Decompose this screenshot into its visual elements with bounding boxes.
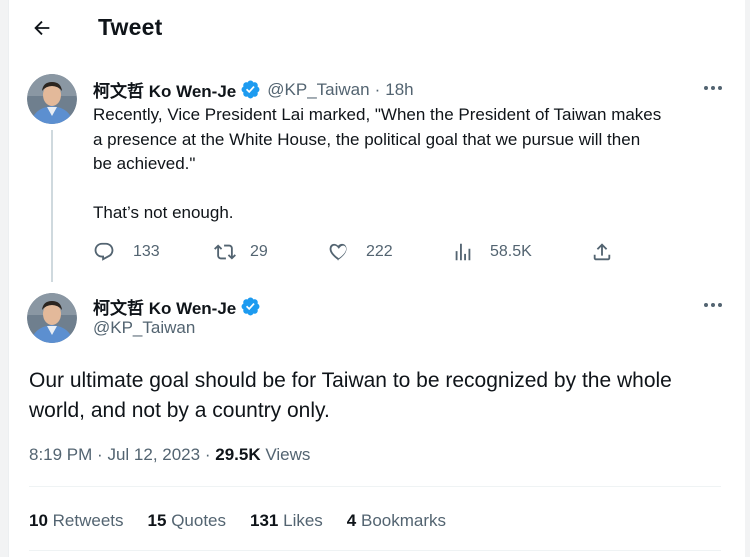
share-icon: [593, 243, 611, 261]
author-name[interactable]: 柯文哲 Ko Wen-Je: [93, 77, 236, 102]
reply-count: 133: [133, 243, 160, 260]
separator-dot: ·: [204, 445, 211, 464]
tweet-text-line: world, and not by a country only.: [29, 399, 330, 422]
tweet-text-line: Our ultimate goal should be for Taiwan t…: [29, 369, 672, 392]
main-tweet-author-row: 柯文哲 Ko Wen-Je: [93, 294, 267, 319]
reply-tweet-text: Recently, Vice President Lai marked, "Wh…: [93, 103, 733, 226]
share-button[interactable]: [591, 241, 613, 263]
page-title: Tweet: [98, 14, 163, 40]
tweet-time[interactable]: 8:19 PM: [29, 445, 92, 464]
divider: [29, 486, 721, 487]
views-count: 29.5K: [215, 445, 261, 464]
engagement-stats: 10 Retweets 15 Quotes 131 Likes 4 Bookma…: [29, 511, 470, 531]
bookmarks-count: 4: [346, 511, 357, 530]
tweet-text-line: That’s not enough.: [93, 203, 234, 222]
avatar[interactable]: [27, 74, 77, 124]
more-options-button[interactable]: [700, 78, 726, 98]
likes-stat-link[interactable]: 131 Likes: [250, 511, 323, 531]
more-options-button[interactable]: [700, 295, 726, 315]
retweets-label: Retweets: [52, 511, 124, 530]
quotes-stat-link[interactable]: 15 Quotes: [148, 511, 226, 531]
verified-badge-icon: [240, 296, 261, 317]
like-count: 222: [366, 243, 393, 260]
views-count: 58.5K: [490, 243, 532, 260]
retweet-button[interactable]: 29: [214, 241, 268, 263]
divider: [29, 550, 721, 551]
page-header: Tweet: [0, 0, 745, 56]
quotes-label: Quotes: [171, 511, 226, 530]
bookmarks-stat-link[interactable]: 4 Bookmarks: [347, 511, 446, 531]
tweet-date[interactable]: Jul 12, 2023: [107, 445, 200, 464]
reply-tweet-author-row: 柯文哲 Ko Wen-Je @KP_Taiwan · 18h: [93, 77, 414, 102]
bar-chart-icon: [455, 243, 471, 261]
left-gutter: [0, 0, 9, 557]
tweet-time[interactable]: 18h: [385, 80, 413, 100]
avatar[interactable]: [27, 293, 77, 343]
reply-bubble-icon: [94, 242, 114, 261]
likes-count: 131: [250, 511, 279, 530]
like-button[interactable]: 222: [328, 241, 393, 263]
retweets-count: 10: [29, 511, 48, 530]
retweet-icon: [214, 244, 236, 260]
verified-badge-icon: [240, 79, 261, 100]
author-handle[interactable]: @KP_Taiwan: [93, 318, 195, 338]
back-button[interactable]: [26, 12, 58, 44]
right-gutter: [745, 0, 750, 557]
tweet-text-line: Recently, Vice President Lai marked, "Wh…: [93, 105, 662, 124]
main-tweet-text: Our ultimate goal should be for Taiwan t…: [29, 366, 719, 426]
more-dots-icon: [704, 303, 722, 307]
tweet-text-line: be achieved.": [93, 154, 196, 173]
arrow-left-icon: [34, 20, 50, 36]
tweet-text-line: a presence at the White House, the polit…: [93, 129, 641, 149]
tweet-metadata: 8:19 PM · Jul 12, 2023 · 29.5K Views: [29, 445, 310, 465]
likes-label: Likes: [283, 511, 323, 530]
separator-dot: ·: [97, 445, 103, 464]
author-handle[interactable]: @KP_Taiwan: [267, 80, 369, 100]
views-label: Views: [265, 445, 311, 464]
separator-dot: ·: [374, 79, 381, 99]
reply-button[interactable]: 133: [93, 241, 160, 263]
bookmarks-label: Bookmarks: [361, 511, 447, 530]
more-dots-icon: [704, 86, 722, 90]
retweets-stat-link[interactable]: 10 Retweets: [29, 511, 124, 531]
avatar-image: [27, 74, 77, 124]
thread-connector-line: [51, 130, 53, 282]
retweet-count: 29: [250, 243, 268, 260]
author-name[interactable]: 柯文哲 Ko Wen-Je: [93, 294, 236, 319]
quotes-count: 15: [147, 511, 167, 530]
views-button[interactable]: 58.5K: [452, 241, 532, 263]
avatar-image: [27, 293, 77, 343]
heart-icon: [329, 243, 347, 261]
